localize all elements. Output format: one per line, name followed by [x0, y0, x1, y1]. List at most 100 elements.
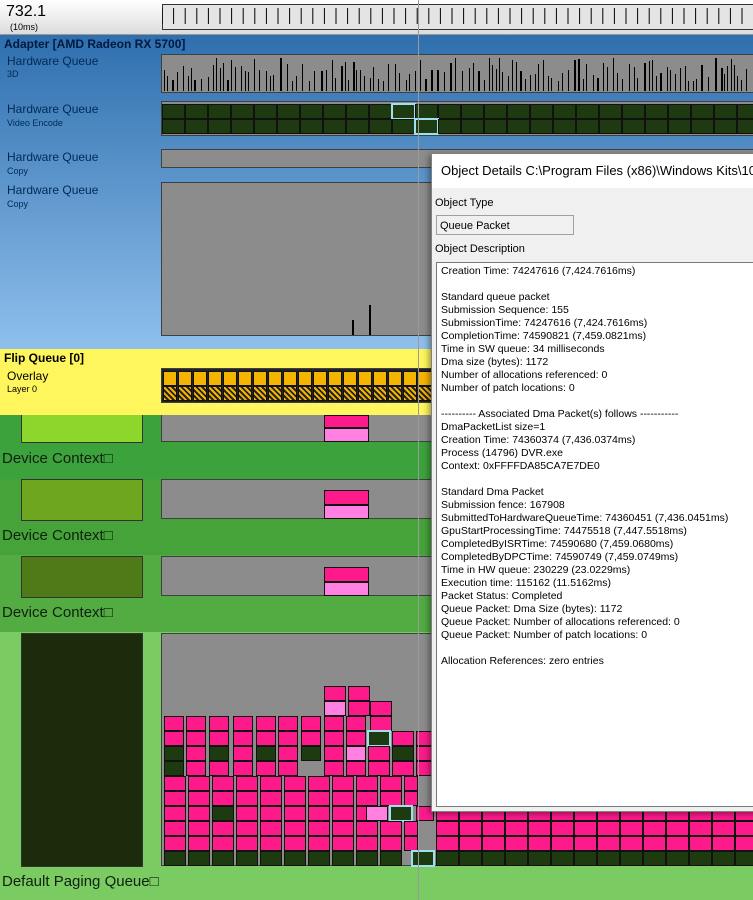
queue-3d-packet[interactable]: [360, 70, 361, 91]
queue-3d-packet[interactable]: [660, 73, 662, 91]
paging-packet[interactable]: [324, 701, 346, 716]
paging-packet[interactable]: [712, 836, 735, 851]
queue-3d-packet[interactable]: [183, 66, 184, 91]
paging-packet[interactable]: [233, 746, 253, 761]
video-packet[interactable]: [185, 104, 208, 119]
paging-packet[interactable]: [380, 776, 402, 791]
video-packet[interactable]: [162, 119, 185, 134]
queue-3d-packet[interactable]: [280, 58, 282, 91]
paging-packet[interactable]: [482, 836, 505, 851]
video-packet[interactable]: [277, 104, 300, 119]
paging-packet[interactable]: [666, 821, 689, 836]
video-packet[interactable]: [507, 119, 530, 134]
queue-3d-packet[interactable]: [562, 73, 563, 91]
queue-3d-packet[interactable]: [353, 62, 355, 91]
paging-packet[interactable]: [188, 776, 210, 791]
queue-3d-packet[interactable]: [309, 81, 310, 91]
flip-packet-hatched[interactable]: [193, 386, 207, 401]
queue-3d-packet[interactable]: [484, 80, 485, 91]
video-packet[interactable]: [668, 104, 691, 119]
queue-3d-packet[interactable]: [216, 58, 217, 91]
queue-3d-packet[interactable]: [194, 80, 196, 91]
video-packet[interactable]: [507, 104, 530, 119]
video-packet[interactable]: [599, 119, 622, 134]
flip-packet[interactable]: [193, 371, 207, 386]
queue-3d-packet[interactable]: [538, 64, 539, 91]
video-packet[interactable]: [254, 119, 277, 134]
flip-packet-hatched[interactable]: [343, 386, 357, 401]
video-packet[interactable]: [300, 119, 323, 134]
flip-packet-hatched[interactable]: [373, 386, 387, 401]
flip-packet[interactable]: [373, 371, 387, 386]
queue-3d-packet[interactable]: [558, 81, 559, 91]
queue-3d-packet[interactable]: [462, 71, 463, 91]
queue-3d-packet[interactable]: [345, 62, 346, 91]
video-packet[interactable]: [622, 104, 645, 119]
paging-packet[interactable]: [528, 821, 551, 836]
paging-packet[interactable]: [209, 731, 229, 746]
queue-3d-packet[interactable]: [492, 65, 493, 91]
paging-packet[interactable]: [308, 806, 330, 821]
paging-packet[interactable]: [256, 761, 276, 776]
queue-3d-packet[interactable]: [326, 70, 327, 91]
paging-packet[interactable]: [164, 821, 186, 836]
queue-3d-packet[interactable]: [172, 80, 174, 91]
queue-3d-packet[interactable]: [644, 63, 646, 91]
paging-packet[interactable]: [356, 821, 378, 836]
paging-packet[interactable]: [620, 851, 643, 866]
paging-packet[interactable]: [188, 791, 210, 806]
paging-packet[interactable]: [209, 746, 229, 761]
paging-packet[interactable]: [551, 821, 574, 836]
queue-3d-packet[interactable]: [721, 68, 723, 91]
paging-packet[interactable]: [186, 731, 206, 746]
queue-3d-packet[interactable]: [167, 76, 168, 91]
queue-3d-packet[interactable]: [613, 58, 614, 91]
paging-packet[interactable]: [404, 791, 418, 806]
queue-3d-packet[interactable]: [478, 71, 480, 91]
paging-packet[interactable]: [574, 821, 597, 836]
queue-3d-packet[interactable]: [548, 76, 549, 91]
flip-packet[interactable]: [403, 371, 417, 386]
video-packet[interactable]: [438, 119, 461, 134]
video-packet[interactable]: [254, 104, 277, 119]
queue-3d-packet[interactable]: [254, 59, 255, 91]
queue-3d-packet[interactable]: [583, 79, 584, 91]
queue-3d-packet[interactable]: [245, 71, 246, 91]
queue-3d-packet[interactable]: [248, 72, 249, 91]
flip-packet[interactable]: [418, 371, 432, 386]
paging-packet[interactable]: [260, 806, 282, 821]
paging-packet[interactable]: [404, 776, 418, 791]
queue-3d-packet[interactable]: [220, 68, 221, 91]
queue-3d-packet[interactable]: [235, 67, 236, 91]
paging-packet[interactable]: [164, 746, 184, 761]
paging-packet[interactable]: [256, 731, 276, 746]
queue-3d-packet[interactable]: [637, 78, 638, 91]
flip-packet-hatched[interactable]: [208, 386, 222, 401]
queue-3d-packet[interactable]: [667, 67, 668, 91]
paging-packet[interactable]: [346, 716, 366, 731]
paging-packet[interactable]: [236, 791, 258, 806]
paging-packet[interactable]: [164, 791, 186, 806]
paging-packet[interactable]: [392, 746, 414, 761]
queue-3d-packet[interactable]: [188, 76, 189, 91]
queue-3d-packet[interactable]: [525, 79, 526, 91]
paging-packet[interactable]: [551, 851, 574, 866]
video-packet[interactable]: [645, 119, 668, 134]
queue-3d-packet[interactable]: [270, 76, 271, 91]
paging-packet[interactable]: [233, 761, 253, 776]
queue-3d-packet[interactable]: [629, 64, 630, 91]
queue-3d-packet[interactable]: [551, 78, 552, 91]
paging-packet[interactable]: [459, 836, 482, 851]
video-packet[interactable]: [553, 119, 576, 134]
paging-packet[interactable]: [164, 716, 184, 731]
queue-3d-packet[interactable]: [727, 66, 728, 91]
paging-packet[interactable]: [324, 746, 344, 761]
video-packet[interactable]: [599, 104, 622, 119]
queue-3d-packet[interactable]: [512, 60, 513, 91]
object-description-text[interactable]: Creation Time: 74247616 (7,424.7616ms) S…: [436, 262, 753, 807]
queue-3d-packet[interactable]: [670, 70, 671, 91]
paging-packet[interactable]: [164, 836, 186, 851]
queue-3d-packet[interactable]: [574, 60, 576, 91]
queue-3d-packet[interactable]: [164, 70, 165, 91]
paging-packet[interactable]: [332, 821, 354, 836]
